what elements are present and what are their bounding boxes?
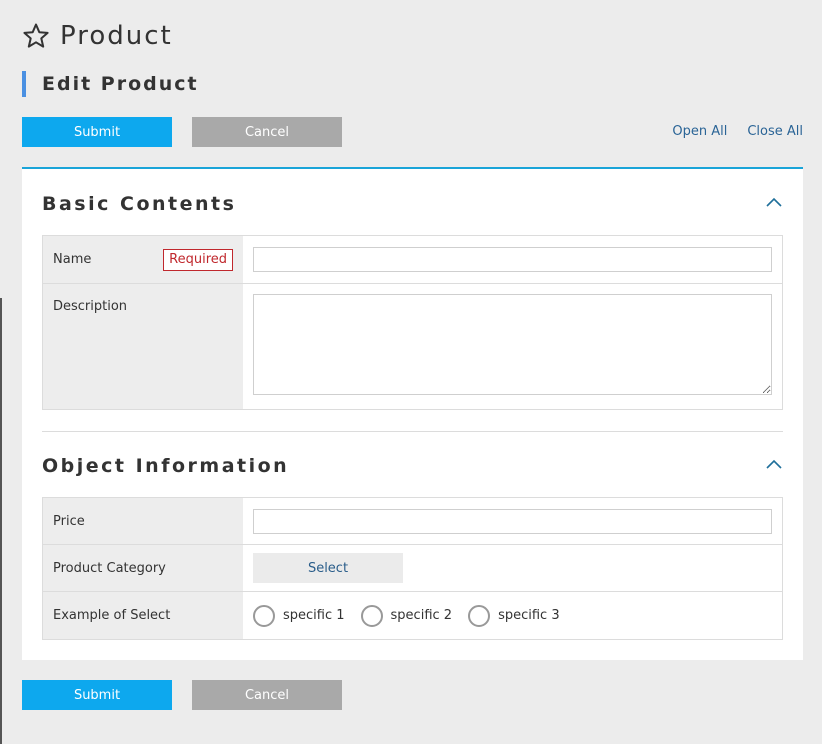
category-label-cell: Product Category — [43, 545, 243, 591]
edit-product-heading: Edit Product — [42, 73, 199, 95]
radio-option-2[interactable]: specific 2 — [360, 604, 453, 627]
radio-label: specific 2 — [390, 608, 453, 623]
radio-option-3[interactable]: specific 3 — [468, 604, 560, 627]
accordion-toggles: Open All Close All — [672, 124, 803, 139]
page-title: Product — [60, 21, 173, 51]
price-label: Price — [53, 513, 85, 529]
name-field-cell — [243, 236, 782, 283]
price-field-cell — [243, 498, 782, 544]
category-row: Product Category Select — [43, 544, 782, 591]
section-divider — [42, 431, 783, 432]
radio-label: specific 3 — [498, 608, 560, 623]
description-row: Description — [43, 283, 782, 409]
description-textarea[interactable] — [253, 294, 772, 395]
section-heading: Edit Product — [22, 71, 199, 97]
submit-button-top[interactable]: Submit — [22, 117, 172, 147]
name-label: Name — [53, 252, 92, 267]
name-row: Name Required — [43, 236, 782, 283]
cancel-button-bottom[interactable]: Cancel — [192, 680, 342, 710]
star-icon[interactable] — [22, 22, 50, 50]
category-field-cell: Select — [243, 545, 782, 591]
window-edge — [0, 298, 2, 744]
basic-contents-title: Basic Contents — [42, 193, 237, 215]
basic-contents-table: Name Required Description — [42, 235, 783, 410]
object-information-table: Price Product Category Select Example of… — [42, 497, 783, 640]
radio-label: specific 1 — [283, 608, 345, 623]
submit-button-bottom[interactable]: Submit — [22, 680, 172, 710]
price-input[interactable] — [253, 508, 772, 534]
radio-group: specific 1 specific 2 specific 3 — [253, 604, 560, 627]
description-label: Description — [53, 299, 128, 314]
page-header: Product — [22, 20, 173, 52]
example-field-cell: specific 1 specific 2 specific 3 — [243, 592, 782, 639]
description-label-cell: Description — [43, 284, 243, 409]
radio-circle-icon[interactable] — [253, 604, 275, 627]
example-label-cell: Example of Select — [43, 592, 243, 639]
close-all-link[interactable]: Close All — [747, 124, 803, 139]
radio-circle-icon[interactable] — [360, 604, 383, 627]
price-row: Price — [43, 498, 782, 544]
heading-accent-bar — [22, 71, 26, 97]
price-label-cell: Price — [43, 498, 243, 544]
radio-option-1[interactable]: specific 1 — [253, 604, 345, 627]
object-information-title: Object Information — [42, 455, 290, 477]
example-label: Example of Select — [53, 608, 171, 623]
collapse-object-chevron-up-icon[interactable] — [765, 455, 783, 469]
name-label-cell: Name Required — [43, 236, 243, 283]
collapse-basic-chevron-up-icon[interactable] — [765, 193, 783, 207]
category-label: Product Category — [53, 560, 166, 576]
required-badge: Required — [163, 248, 233, 271]
open-all-link[interactable]: Open All — [672, 124, 727, 139]
example-select-row: Example of Select specific 1 specific 2 … — [43, 591, 782, 639]
edit-form-panel: Basic Contents Name Required Description… — [22, 167, 803, 660]
radio-circle-icon[interactable] — [468, 604, 491, 627]
name-input[interactable] — [253, 247, 772, 272]
cancel-button-top[interactable]: Cancel — [192, 117, 342, 147]
description-field-cell — [243, 284, 782, 409]
category-select-button[interactable]: Select — [253, 553, 403, 583]
